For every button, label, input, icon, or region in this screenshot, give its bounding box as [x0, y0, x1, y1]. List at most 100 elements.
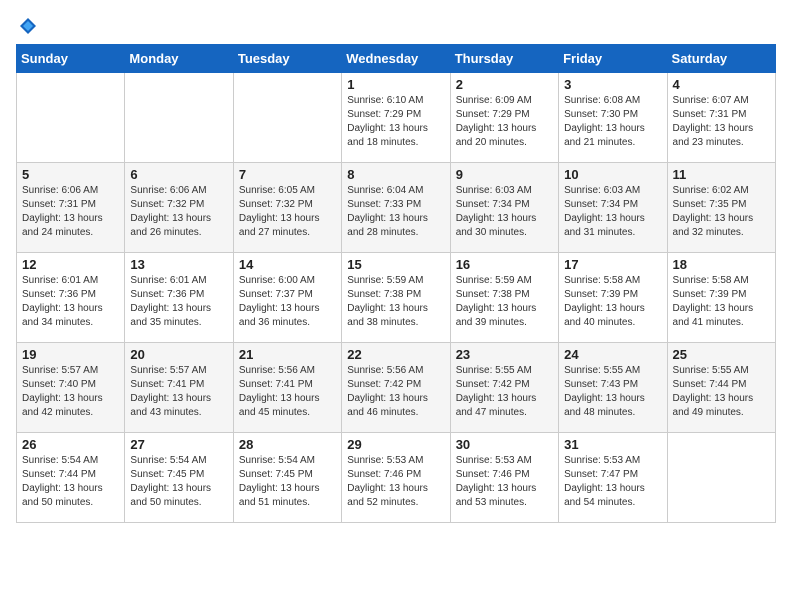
day-info: Sunrise: 6:06 AM Sunset: 7:32 PM Dayligh… — [130, 184, 227, 240]
calendar-cell: 15 Sunrise: 5:59 AM Sunset: 7:38 PM Dayli… — [342, 253, 450, 343]
day-info: Sunrise: 5:54 AM Sunset: 7:45 PM Dayligh… — [130, 454, 227, 510]
day-number: 20 — [130, 347, 227, 362]
calendar-cell: 1Sunrise: 6:10 AM Sunset: 7:29 PM Daylig… — [342, 73, 450, 163]
day-info: Sunrise: 6:06 AM Sunset: 7:31 PM Dayligh… — [22, 184, 119, 240]
column-header-thursday: Thursday — [450, 45, 558, 73]
day-info: Sunrise: 5:56 AM Sunset: 7:42 PM Dayligh… — [347, 364, 444, 420]
day-info: Sunrise: 6:03 AM Sunset: 7:34 PM Dayligh… — [456, 184, 553, 240]
column-header-wednesday: Wednesday — [342, 45, 450, 73]
day-info: Sunrise: 6:03 AM Sunset: 7:34 PM Dayligh… — [564, 184, 661, 240]
column-header-tuesday: Tuesday — [233, 45, 341, 73]
calendar-cell — [125, 73, 233, 163]
day-number: 6 — [130, 167, 227, 182]
day-number: 29 — [347, 437, 444, 452]
day-info: Sunrise: 5:57 AM Sunset: 7:40 PM Dayligh… — [22, 364, 119, 420]
calendar-cell: 8 Sunrise: 6:04 AM Sunset: 7:33 PM Daylig… — [342, 163, 450, 253]
day-info: Sunrise: 6:09 AM Sunset: 7:29 PM Dayligh… — [456, 94, 553, 150]
calendar-cell: 18Sunrise: 5:58 AM Sunset: 7:39 PM Dayli… — [667, 253, 775, 343]
calendar-cell: 13 Sunrise: 6:01 AM Sunset: 7:36 PM Dayli… — [125, 253, 233, 343]
day-info: Sunrise: 5:55 AM Sunset: 7:43 PM Dayligh… — [564, 364, 661, 420]
day-number: 10 — [564, 167, 661, 182]
calendar-week-row: 19 Sunrise: 5:57 AM Sunset: 7:40 PM Dayli… — [17, 343, 776, 433]
calendar-cell: 10 Sunrise: 6:03 AM Sunset: 7:34 PM Dayli… — [559, 163, 667, 253]
day-number: 2 — [456, 77, 553, 92]
day-number: 3 — [564, 77, 661, 92]
day-number: 9 — [456, 167, 553, 182]
logo-icon — [18, 16, 38, 36]
calendar-cell: 21 Sunrise: 5:56 AM Sunset: 7:41 PM Dayli… — [233, 343, 341, 433]
column-header-monday: Monday — [125, 45, 233, 73]
calendar-cell: 27 Sunrise: 5:54 AM Sunset: 7:45 PM Dayli… — [125, 433, 233, 523]
calendar-cell: 24 Sunrise: 5:55 AM Sunset: 7:43 PM Dayli… — [559, 343, 667, 433]
day-number: 11 — [673, 167, 770, 182]
day-number: 8 — [347, 167, 444, 182]
day-number: 26 — [22, 437, 119, 452]
calendar-week-row: 12 Sunrise: 6:01 AM Sunset: 7:36 PM Dayli… — [17, 253, 776, 343]
day-number: 17 — [564, 257, 661, 272]
calendar-cell: 5 Sunrise: 6:06 AM Sunset: 7:31 PM Daylig… — [17, 163, 125, 253]
day-number: 27 — [130, 437, 227, 452]
day-info: Sunrise: 5:54 AM Sunset: 7:44 PM Dayligh… — [22, 454, 119, 510]
day-info: Sunrise: 6:01 AM Sunset: 7:36 PM Dayligh… — [130, 274, 227, 330]
calendar-table: SundayMondayTuesdayWednesdayThursdayFrid… — [16, 44, 776, 523]
calendar-cell: 12 Sunrise: 6:01 AM Sunset: 7:36 PM Dayli… — [17, 253, 125, 343]
calendar-week-row: 26 Sunrise: 5:54 AM Sunset: 7:44 PM Dayli… — [17, 433, 776, 523]
column-header-saturday: Saturday — [667, 45, 775, 73]
calendar-cell: 31 Sunrise: 5:53 AM Sunset: 7:47 PM Dayli… — [559, 433, 667, 523]
calendar-cell: 6 Sunrise: 6:06 AM Sunset: 7:32 PM Daylig… — [125, 163, 233, 253]
calendar-cell: 11 Sunrise: 6:02 AM Sunset: 7:35 PM Dayli… — [667, 163, 775, 253]
calendar-cell: 3Sunrise: 6:08 AM Sunset: 7:30 PM Daylig… — [559, 73, 667, 163]
calendar-cell: 28 Sunrise: 5:54 AM Sunset: 7:45 PM Dayli… — [233, 433, 341, 523]
day-number: 16 — [456, 257, 553, 272]
day-number: 28 — [239, 437, 336, 452]
calendar-cell — [17, 73, 125, 163]
day-info: Sunrise: 6:01 AM Sunset: 7:36 PM Dayligh… — [22, 274, 119, 330]
calendar-cell: 14 Sunrise: 6:00 AM Sunset: 7:37 PM Dayli… — [233, 253, 341, 343]
calendar-cell — [233, 73, 341, 163]
day-info: Sunrise: 6:07 AM Sunset: 7:31 PM Dayligh… — [673, 94, 770, 150]
day-number: 14 — [239, 257, 336, 272]
day-info: Sunrise: 5:57 AM Sunset: 7:41 PM Dayligh… — [130, 364, 227, 420]
day-number: 19 — [22, 347, 119, 362]
calendar-cell: 26 Sunrise: 5:54 AM Sunset: 7:44 PM Dayli… — [17, 433, 125, 523]
day-number: 4 — [673, 77, 770, 92]
calendar-cell — [667, 433, 775, 523]
calendar-week-row: 5 Sunrise: 6:06 AM Sunset: 7:31 PM Daylig… — [17, 163, 776, 253]
day-number: 25 — [673, 347, 770, 362]
day-info: Sunrise: 6:04 AM Sunset: 7:33 PM Dayligh… — [347, 184, 444, 240]
day-number: 21 — [239, 347, 336, 362]
day-number: 23 — [456, 347, 553, 362]
day-number: 1 — [347, 77, 444, 92]
day-info: Sunrise: 6:05 AM Sunset: 7:32 PM Dayligh… — [239, 184, 336, 240]
day-info: Sunrise: 5:53 AM Sunset: 7:46 PM Dayligh… — [456, 454, 553, 510]
day-info: Sunrise: 5:53 AM Sunset: 7:47 PM Dayligh… — [564, 454, 661, 510]
day-number: 7 — [239, 167, 336, 182]
calendar-header-row: SundayMondayTuesdayWednesdayThursdayFrid… — [17, 45, 776, 73]
column-header-sunday: Sunday — [17, 45, 125, 73]
calendar-cell: 7 Sunrise: 6:05 AM Sunset: 7:32 PM Daylig… — [233, 163, 341, 253]
calendar-cell: 2 Sunrise: 6:09 AM Sunset: 7:29 PM Daylig… — [450, 73, 558, 163]
day-number: 24 — [564, 347, 661, 362]
calendar-cell: 17Sunrise: 5:58 AM Sunset: 7:39 PM Dayli… — [559, 253, 667, 343]
calendar-cell: 22 Sunrise: 5:56 AM Sunset: 7:42 PM Dayli… — [342, 343, 450, 433]
calendar-cell: 20 Sunrise: 5:57 AM Sunset: 7:41 PM Dayli… — [125, 343, 233, 433]
day-number: 30 — [456, 437, 553, 452]
day-number: 13 — [130, 257, 227, 272]
day-info: Sunrise: 5:59 AM Sunset: 7:38 PM Dayligh… — [347, 274, 444, 330]
day-info: Sunrise: 5:55 AM Sunset: 7:44 PM Dayligh… — [673, 364, 770, 420]
day-info: Sunrise: 5:54 AM Sunset: 7:45 PM Dayligh… — [239, 454, 336, 510]
column-header-friday: Friday — [559, 45, 667, 73]
day-info: Sunrise: 6:00 AM Sunset: 7:37 PM Dayligh… — [239, 274, 336, 330]
day-number: 22 — [347, 347, 444, 362]
day-number: 31 — [564, 437, 661, 452]
day-number: 5 — [22, 167, 119, 182]
calendar-cell: 16Sunrise: 5:59 AM Sunset: 7:38 PM Dayli… — [450, 253, 558, 343]
day-number: 12 — [22, 257, 119, 272]
page-header — [16, 16, 776, 36]
calendar-cell: 9 Sunrise: 6:03 AM Sunset: 7:34 PM Daylig… — [450, 163, 558, 253]
calendar-cell: 4 Sunrise: 6:07 AM Sunset: 7:31 PM Daylig… — [667, 73, 775, 163]
day-number: 15 — [347, 257, 444, 272]
day-info: Sunrise: 5:56 AM Sunset: 7:41 PM Dayligh… — [239, 364, 336, 420]
day-info: Sunrise: 6:02 AM Sunset: 7:35 PM Dayligh… — [673, 184, 770, 240]
day-info: Sunrise: 5:53 AM Sunset: 7:46 PM Dayligh… — [347, 454, 444, 510]
